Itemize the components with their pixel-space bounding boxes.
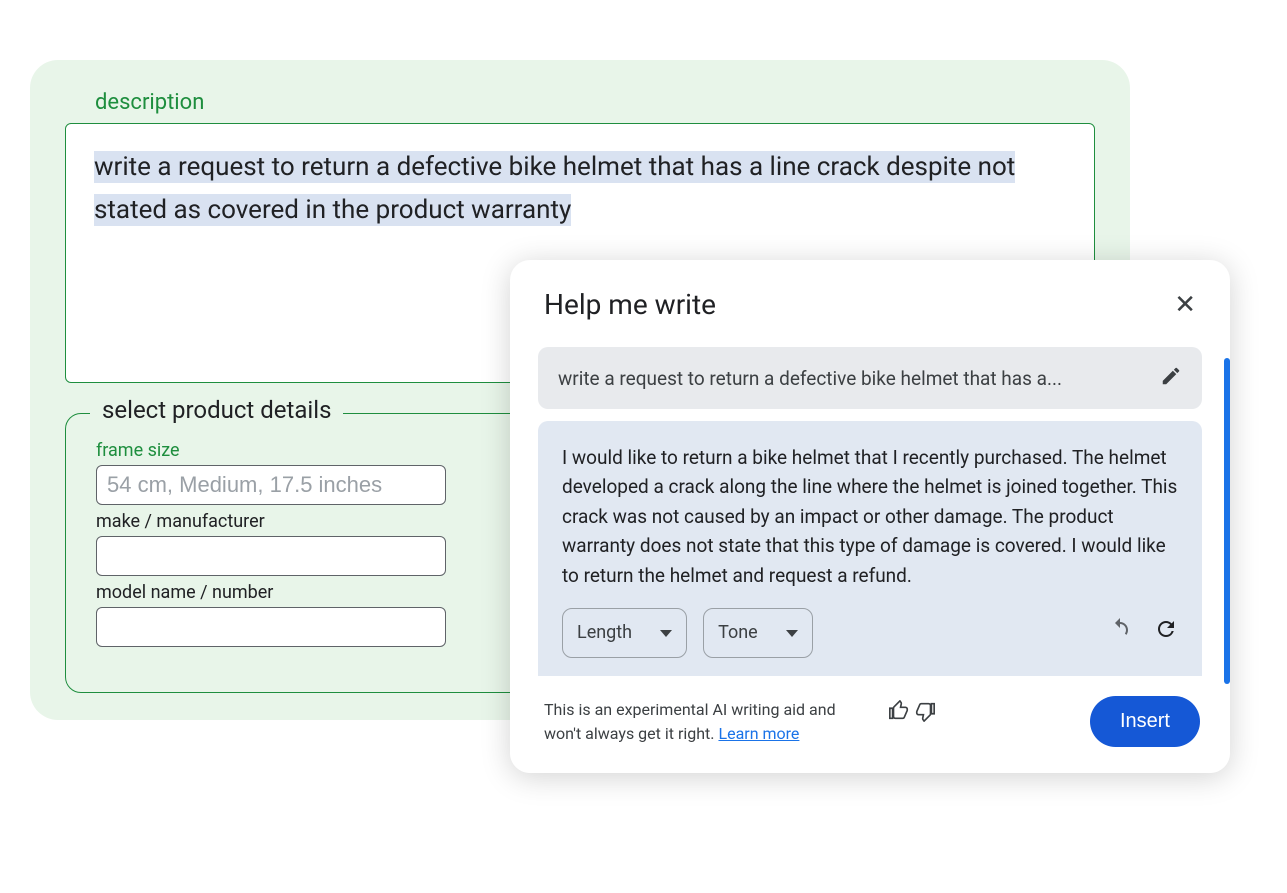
redo-icon[interactable]: [1154, 617, 1178, 649]
description-label: description: [95, 90, 1095, 115]
help-me-write-popover: Help me write ✕ write a request to retur…: [510, 260, 1230, 773]
model-label: model name / number: [96, 582, 514, 603]
frame-size-label: frame size: [96, 440, 514, 461]
prompt-text: write a request to return a defective bi…: [558, 367, 1062, 390]
chevron-down-icon: [786, 630, 798, 637]
popover-header: Help me write ✕: [510, 260, 1230, 339]
chevron-down-icon: [660, 630, 672, 637]
response-controls: Length Tone: [562, 608, 1178, 658]
description-text: write a request to return a defective bi…: [94, 151, 1015, 226]
scrollbar[interactable]: [1224, 358, 1230, 684]
frame-size-input[interactable]: [96, 465, 446, 505]
prompt-row[interactable]: write a request to return a defective bi…: [538, 347, 1202, 409]
length-dropdown[interactable]: Length: [562, 608, 687, 658]
close-icon[interactable]: ✕: [1174, 292, 1196, 318]
make-label: make / manufacturer: [96, 511, 514, 532]
fieldset-legend: select product details: [90, 396, 343, 424]
model-input[interactable]: [96, 607, 446, 647]
popover-title: Help me write: [544, 288, 716, 321]
thumbs-up-icon[interactable]: [888, 700, 910, 726]
tone-dropdown[interactable]: Tone: [703, 608, 813, 658]
disclaimer-text: This is an experimental AI writing aid a…: [544, 698, 874, 746]
popover-footer: This is an experimental AI writing aid a…: [510, 676, 1230, 773]
undo-icon[interactable]: [1108, 617, 1132, 649]
tone-label: Tone: [718, 619, 758, 647]
thumbs-down-icon[interactable]: [914, 700, 936, 726]
product-details-fieldset: select product details frame size make /…: [65, 413, 545, 693]
insert-button[interactable]: Insert: [1090, 696, 1200, 747]
make-input[interactable]: [96, 536, 446, 576]
response-text: I would like to return a bike helmet tha…: [562, 443, 1178, 590]
length-label: Length: [577, 619, 632, 647]
learn-more-link[interactable]: Learn more: [718, 724, 799, 743]
edit-icon[interactable]: [1160, 365, 1182, 391]
response-box: I would like to return a bike helmet tha…: [538, 421, 1202, 676]
